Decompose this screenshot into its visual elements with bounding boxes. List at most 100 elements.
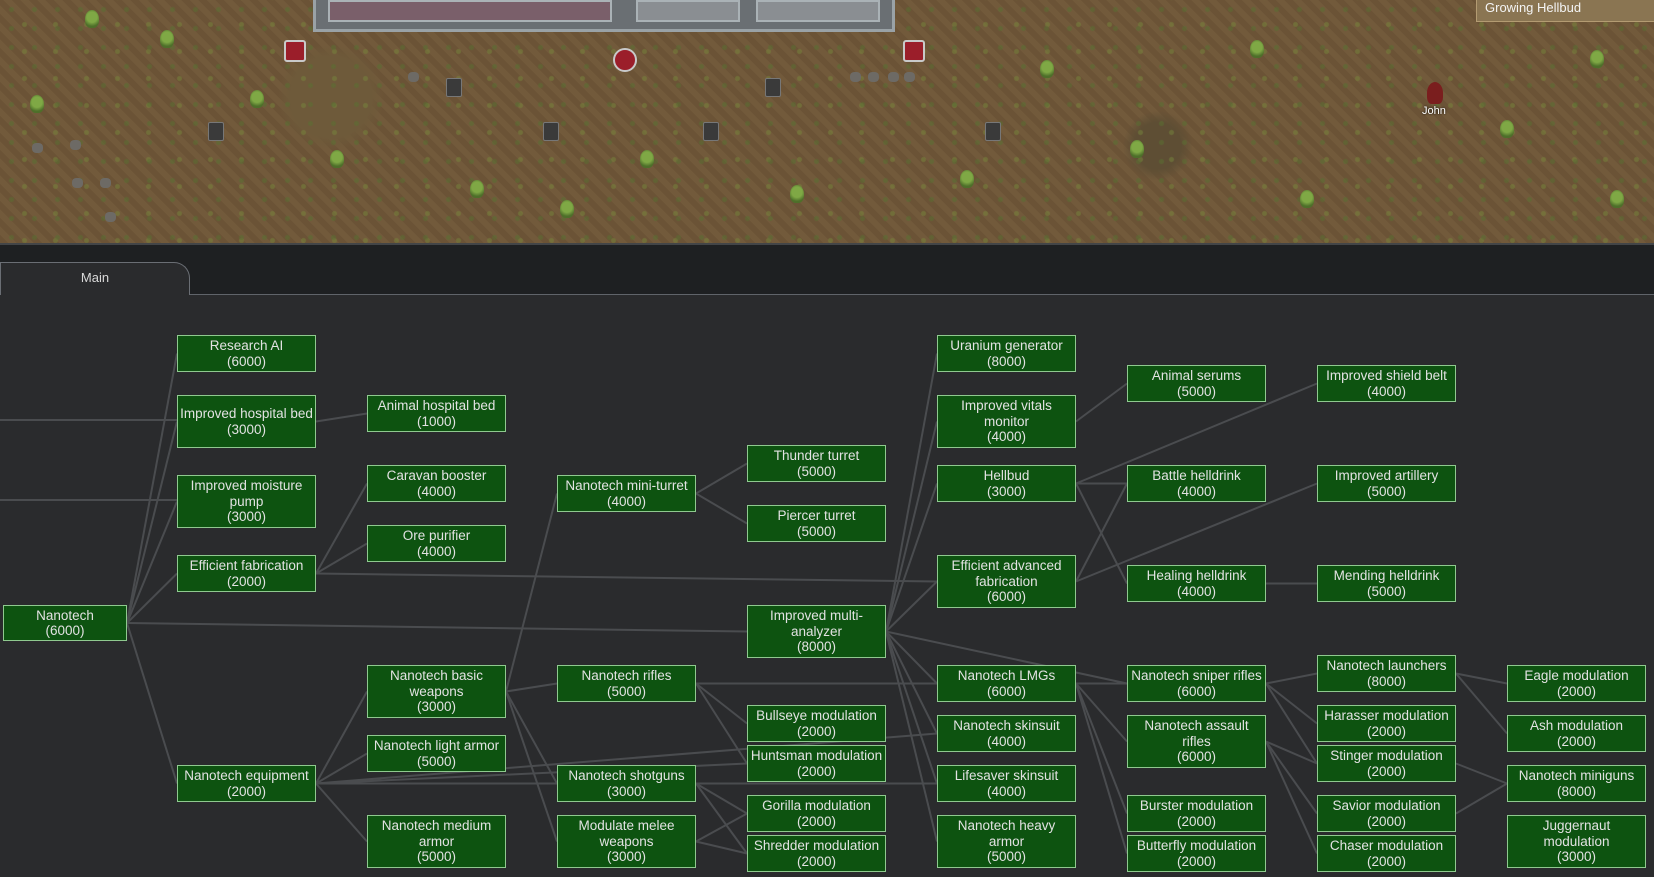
colonist-icon[interactable] bbox=[613, 48, 637, 72]
research-node-savior-modulation[interactable]: Savior modulation (2000) bbox=[1317, 795, 1456, 832]
turret-icon[interactable] bbox=[284, 40, 306, 62]
research-node-butterfly-modulation[interactable]: Butterfly modulation (2000) bbox=[1127, 835, 1266, 872]
plant-icon bbox=[560, 200, 574, 218]
post-icon[interactable] bbox=[208, 122, 224, 141]
research-node-nanotech-miniguns[interactable]: Nanotech miniguns (8000) bbox=[1507, 765, 1646, 802]
research-node-cost: (8000) bbox=[796, 639, 837, 655]
research-node-nanotech-mini-turret[interactable]: Nanotech mini-turret (4000) bbox=[557, 475, 696, 512]
research-node-uranium-generator[interactable]: Uranium generator (8000) bbox=[937, 335, 1076, 372]
research-link bbox=[885, 631, 938, 784]
research-node-cost: (2000) bbox=[1556, 733, 1597, 749]
research-link bbox=[1265, 682, 1318, 725]
research-node-improved-multi-analyzer[interactable]: Improved multi-analyzer (8000) bbox=[747, 605, 886, 658]
research-node-improved-hospital-bed[interactable]: Improved hospital bed (3000) bbox=[177, 395, 316, 448]
research-node-chaser-modulation[interactable]: Chaser modulation (2000) bbox=[1317, 835, 1456, 872]
research-node-ore-purifier[interactable]: Ore purifier (4000) bbox=[367, 525, 506, 562]
research-node-cost: (6000) bbox=[986, 683, 1027, 699]
research-node-cost: (5000) bbox=[416, 753, 457, 769]
research-link bbox=[1265, 672, 1318, 685]
research-node-cost: (5000) bbox=[606, 683, 647, 699]
research-link bbox=[315, 691, 368, 784]
building-room[interactable] bbox=[328, 0, 612, 22]
research-node-name: Nanotech bbox=[36, 607, 94, 623]
research-node-name: Nanotech basic weapons bbox=[389, 668, 484, 699]
research-node-healing-helldrink[interactable]: Healing helldrink (4000) bbox=[1127, 565, 1266, 602]
research-node-name: Nanotech light armor bbox=[373, 738, 500, 753]
research-node-nanotech-medium-armor[interactable]: Nanotech medium armor (5000) bbox=[367, 815, 506, 868]
research-node-modulate-melee-weapons[interactable]: Modulate melee weapons (3000) bbox=[557, 815, 696, 868]
research-node-hellbud[interactable]: Hellbud (3000) bbox=[937, 465, 1076, 502]
research-node-cost: (2000) bbox=[1366, 723, 1407, 739]
research-node-nanotech-basic-weapons[interactable]: Nanotech basic weapons (3000) bbox=[367, 665, 506, 718]
research-node-huntsman-modulation[interactable]: Huntsman modulation (2000) bbox=[747, 745, 886, 782]
research-link bbox=[1075, 683, 1128, 814]
research-node-piercer-turret[interactable]: Piercer turret (5000) bbox=[747, 505, 886, 542]
research-node-name: Nanotech LMGs bbox=[957, 668, 1056, 683]
research-node-cost: (1000) bbox=[416, 413, 457, 429]
research-node-juggernaut-modulation[interactable]: Juggernaut modulation (3000) bbox=[1507, 815, 1646, 868]
research-node-mending-helldrink[interactable]: Mending helldrink (5000) bbox=[1317, 565, 1456, 602]
research-node-nanotech-skinsuit[interactable]: Nanotech skinsuit (4000) bbox=[937, 715, 1076, 752]
research-node-shredder-modulation[interactable]: Shredder modulation (2000) bbox=[747, 835, 886, 872]
research-node-eagle-modulation[interactable]: Eagle modulation (2000) bbox=[1507, 665, 1646, 702]
research-node-cost: (4000) bbox=[416, 483, 457, 499]
research-node-efficient-fabrication[interactable]: Efficient fabrication (2000) bbox=[177, 555, 316, 592]
research-node-name: Nanotech equipment bbox=[184, 768, 309, 783]
research-node-burster-modulation[interactable]: Burster modulation (2000) bbox=[1127, 795, 1266, 832]
research-node-cost: (6000) bbox=[986, 589, 1027, 605]
research-node-improved-moisture-pump[interactable]: Improved moisture pump (3000) bbox=[177, 475, 316, 528]
plant-icon bbox=[790, 185, 804, 203]
plant-icon bbox=[1500, 120, 1514, 138]
research-node-improved-vitals-monitor[interactable]: Improved vitals monitor (4000) bbox=[937, 395, 1076, 448]
research-node-animal-hospital-bed[interactable]: Animal hospital bed (1000) bbox=[367, 395, 506, 432]
research-node-animal-serums[interactable]: Animal serums (5000) bbox=[1127, 365, 1266, 402]
research-link bbox=[505, 493, 558, 692]
research-node-bullseye-modulation[interactable]: Bullseye modulation (2000) bbox=[747, 705, 886, 742]
research-node-nanotech-assault-rifles[interactable]: Nanotech assault rifles (6000) bbox=[1127, 715, 1266, 768]
building-room[interactable] bbox=[756, 0, 880, 22]
research-node-name: Harasser modulation bbox=[1324, 708, 1449, 723]
research-node-nanotech-sniper-rifles[interactable]: Nanotech sniper rifles (6000) bbox=[1127, 665, 1266, 702]
turret-icon[interactable] bbox=[903, 40, 925, 62]
colony-building[interactable] bbox=[313, 0, 895, 32]
research-node-name: Efficient fabrication bbox=[189, 558, 304, 573]
research-node-improved-shield-belt[interactable]: Improved shield belt (4000) bbox=[1317, 365, 1456, 402]
world-map-view[interactable]: John Growing Hellbud bbox=[0, 0, 1654, 243]
research-node-nanotech[interactable]: Nanotech (6000) bbox=[3, 605, 127, 641]
research-node-research-ai[interactable]: Research AI (6000) bbox=[177, 335, 316, 372]
research-node-name: Lifesaver skinsuit bbox=[954, 768, 1059, 783]
research-link bbox=[315, 572, 938, 583]
research-node-nanotech-lmgs[interactable]: Nanotech LMGs (6000) bbox=[937, 665, 1076, 702]
post-icon[interactable] bbox=[985, 122, 1001, 141]
research-node-nanotech-rifles[interactable]: Nanotech rifles (5000) bbox=[557, 665, 696, 702]
research-node-ash-modulation[interactable]: Ash modulation (2000) bbox=[1507, 715, 1646, 752]
research-node-nanotech-light-armor[interactable]: Nanotech light armor (5000) bbox=[367, 735, 506, 772]
growing-notice[interactable]: Growing Hellbud bbox=[1476, 0, 1654, 22]
post-icon[interactable] bbox=[543, 122, 559, 141]
research-node-harasser-modulation[interactable]: Harasser modulation (2000) bbox=[1317, 705, 1456, 742]
research-node-thunder-turret[interactable]: Thunder turret (5000) bbox=[747, 445, 886, 482]
research-node-nanotech-equipment[interactable]: Nanotech equipment (2000) bbox=[177, 765, 316, 802]
research-node-name: Mending helldrink bbox=[1333, 568, 1440, 583]
research-node-nanotech-launchers[interactable]: Nanotech launchers (8000) bbox=[1317, 655, 1456, 692]
research-node-cost: (3000) bbox=[606, 783, 647, 799]
sandbag-post-icon[interactable] bbox=[446, 78, 462, 97]
research-node-battle-helldrink[interactable]: Battle helldrink (4000) bbox=[1127, 465, 1266, 502]
research-node-caravan-booster[interactable]: Caravan booster (4000) bbox=[367, 465, 506, 502]
research-node-efficient-advanced-fabrication[interactable]: Efficient advanced fabrication (6000) bbox=[937, 555, 1076, 608]
research-node-cost: (5000) bbox=[1366, 483, 1407, 499]
post-icon[interactable] bbox=[703, 122, 719, 141]
research-link bbox=[695, 462, 748, 495]
research-node-stinger-modulation[interactable]: Stinger modulation (2000) bbox=[1317, 745, 1456, 782]
sandbag-post-icon[interactable] bbox=[765, 78, 781, 97]
research-node-nanotech-shotguns[interactable]: Nanotech shotguns (3000) bbox=[557, 765, 696, 802]
research-node-gorilla-modulation[interactable]: Gorilla modulation (2000) bbox=[747, 795, 886, 832]
research-node-nanotech-heavy-armor[interactable]: Nanotech heavy armor (5000) bbox=[937, 815, 1076, 868]
building-room[interactable] bbox=[636, 0, 740, 22]
colonist-john-icon[interactable] bbox=[1427, 82, 1443, 104]
research-node-cost: (2000) bbox=[1176, 853, 1217, 869]
research-node-cost: (6000) bbox=[1176, 683, 1217, 699]
research-node-lifesaver-skinsuit[interactable]: Lifesaver skinsuit (4000) bbox=[937, 765, 1076, 802]
plant-icon bbox=[470, 180, 484, 198]
research-node-improved-artillery[interactable]: Improved artillery (5000) bbox=[1317, 465, 1456, 502]
